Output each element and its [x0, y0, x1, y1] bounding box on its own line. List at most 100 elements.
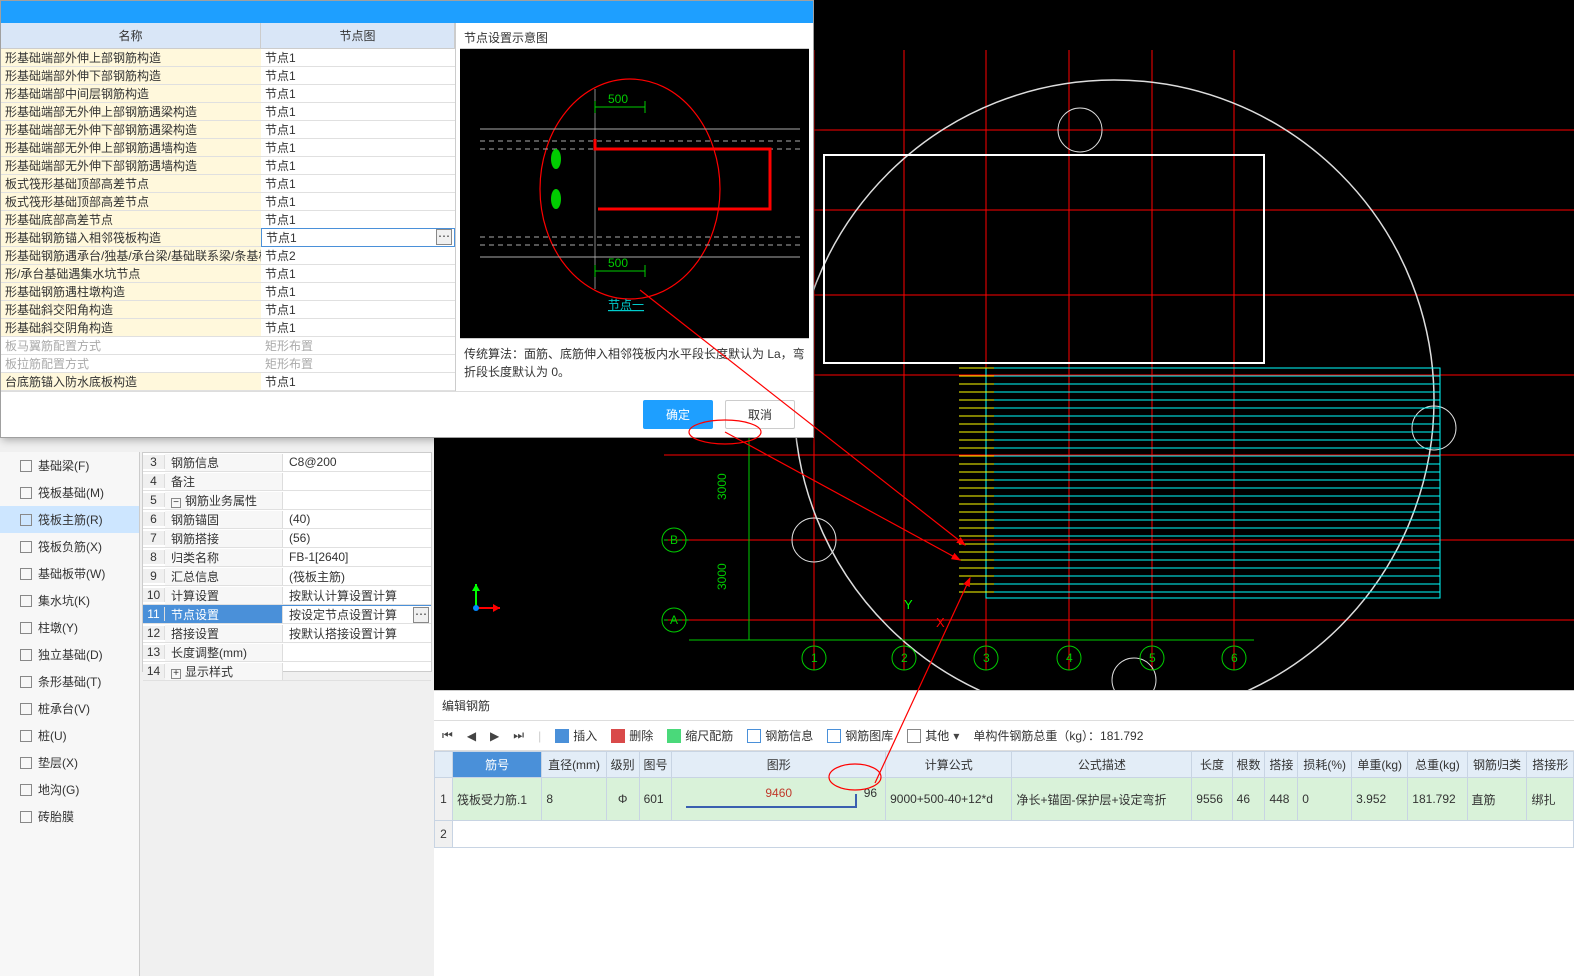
- component-item[interactable]: 筏板负筋(X): [0, 533, 139, 560]
- col-header[interactable]: 图形: [672, 752, 886, 778]
- insert-button[interactable]: 插入: [555, 727, 597, 744]
- col-header[interactable]: 级别: [606, 752, 639, 778]
- delete-button[interactable]: 删除: [611, 727, 653, 744]
- row-node[interactable]: 矩形布置: [261, 337, 455, 354]
- col-header[interactable]: 根数: [1232, 752, 1265, 778]
- grid-row[interactable]: 形基础端部无外伸上部钢筋遇墙构造节点1: [1, 139, 455, 157]
- sump-icon: [20, 595, 32, 607]
- component-item[interactable]: 基础板带(W): [0, 560, 139, 587]
- col-header[interactable]: 长度: [1192, 752, 1232, 778]
- grid-row[interactable]: 形基础端部无外伸下部钢筋遇梁构造节点1: [1, 121, 455, 139]
- col-header[interactable]: 钢筋归类: [1467, 752, 1527, 778]
- table-row[interactable]: 2: [435, 821, 1574, 848]
- property-row[interactable]: 10计算设置按默认计算设置计算: [143, 586, 431, 605]
- property-row[interactable]: 9汇总信息(筏板主筋): [143, 567, 431, 586]
- property-row[interactable]: 4备注: [143, 472, 431, 491]
- grid-row[interactable]: 形基础钢筋锚入相邻筏板构造节点1: [1, 229, 455, 247]
- col-header[interactable]: 公式描述: [1012, 752, 1192, 778]
- row-node[interactable]: 节点1: [261, 175, 455, 192]
- rebar-table[interactable]: 筋号直径(mm)级别图号图形计算公式公式描述长度根数搭接损耗(%)单重(kg)总…: [434, 751, 1574, 848]
- row-node[interactable]: 矩形布置: [261, 355, 455, 372]
- col-header[interactable]: 筋号: [453, 752, 542, 778]
- row-node[interactable]: 节点1: [261, 121, 455, 138]
- col-header[interactable]: 图号: [639, 752, 672, 778]
- other-button[interactable]: 其他 ▾: [907, 727, 959, 744]
- col-header[interactable]: 计算公式: [886, 752, 1012, 778]
- col-header[interactable]: 搭接形: [1527, 752, 1574, 778]
- component-item[interactable]: 独立基础(D): [0, 641, 139, 668]
- row-node[interactable]: 节点1: [261, 228, 455, 247]
- component-item[interactable]: 筏板基础(M): [0, 479, 139, 506]
- grid-row[interactable]: 形基础底部高差节点节点1: [1, 211, 455, 229]
- grid-row[interactable]: 形基础钢筋遇柱墩构造节点1: [1, 283, 455, 301]
- svg-text:3000: 3000: [715, 563, 729, 590]
- row-node[interactable]: 节点1: [261, 373, 455, 390]
- lib-button[interactable]: 钢筋图库: [827, 727, 893, 744]
- col-header[interactable]: 搭接: [1265, 752, 1298, 778]
- component-item[interactable]: 砖胎膜: [0, 803, 139, 830]
- grid-row[interactable]: 台底筋锚入防水底板构造节点1: [1, 373, 455, 391]
- minus-icon[interactable]: −: [171, 498, 181, 508]
- row-node[interactable]: 节点1: [261, 49, 455, 66]
- grid-row[interactable]: 形基础斜交阴角构造节点1: [1, 319, 455, 337]
- grid-row[interactable]: 形基础端部无外伸下部钢筋遇墙构造节点1: [1, 157, 455, 175]
- property-row[interactable]: 12搭接设置按默认搭接设置计算: [143, 624, 431, 643]
- col-header[interactable]: 损耗(%): [1298, 752, 1352, 778]
- property-row[interactable]: 6钢筋锚固(40): [143, 510, 431, 529]
- component-item[interactable]: 垫层(X): [0, 749, 139, 776]
- property-row[interactable]: 14+显示样式: [143, 662, 431, 681]
- row-node[interactable]: 节点1: [261, 211, 455, 228]
- scale-button[interactable]: 缩尺配筋: [667, 727, 733, 744]
- nav-prev-icon[interactable]: ◀: [467, 729, 476, 743]
- info-button[interactable]: 钢筋信息: [747, 727, 813, 744]
- nav-first-icon[interactable]: ⏮: [442, 728, 453, 743]
- component-item[interactable]: 桩(U): [0, 722, 139, 749]
- row-node[interactable]: 节点2: [261, 247, 455, 264]
- grid-row[interactable]: 形基础端部中间层钢筋构造节点1: [1, 85, 455, 103]
- row-node[interactable]: 节点1: [261, 265, 455, 282]
- property-row[interactable]: 11节点设置按设定节点设置计算: [143, 605, 431, 624]
- property-row[interactable]: 5−钢筋业务属性: [143, 491, 431, 510]
- plus-icon[interactable]: +: [171, 669, 181, 679]
- property-row[interactable]: 7钢筋搭接(56): [143, 529, 431, 548]
- grid-row[interactable]: 形基础端部外伸下部钢筋构造节点1: [1, 67, 455, 85]
- dialog-titlebar[interactable]: [1, 1, 813, 23]
- cancel-button[interactable]: 取消: [725, 400, 795, 429]
- property-row[interactable]: 8归类名称FB-1[2640]: [143, 548, 431, 567]
- nav-last-icon[interactable]: ⏭: [513, 728, 524, 743]
- grid-row[interactable]: 板式筏形基础顶部高差节点节点1: [1, 175, 455, 193]
- grid-row[interactable]: 形基础斜交阳角构造节点1: [1, 301, 455, 319]
- row-node[interactable]: 节点1: [261, 319, 455, 336]
- component-item[interactable]: 柱墩(Y): [0, 614, 139, 641]
- row-node[interactable]: 节点1: [261, 301, 455, 318]
- component-item[interactable]: 基础梁(F): [0, 452, 139, 479]
- grid-row[interactable]: 板式筏形基础顶部高差节点节点1: [1, 193, 455, 211]
- grid-row[interactable]: 形基础端部无外伸上部钢筋遇梁构造节点1: [1, 103, 455, 121]
- col-header[interactable]: 直径(mm): [542, 752, 606, 778]
- row-node[interactable]: 节点1: [261, 283, 455, 300]
- col-header[interactable]: 总重(kg): [1408, 752, 1467, 778]
- component-item[interactable]: 桩承台(V): [0, 695, 139, 722]
- row-node[interactable]: 节点1: [261, 85, 455, 102]
- row-node[interactable]: 节点1: [261, 157, 455, 174]
- col-header[interactable]: 单重(kg): [1352, 752, 1408, 778]
- grid-row[interactable]: 形/承台基础遇集水坑节点节点1: [1, 265, 455, 283]
- row-node[interactable]: 节点1: [261, 139, 455, 156]
- nav-next-icon[interactable]: ▶: [490, 729, 499, 743]
- ok-button[interactable]: 确定: [643, 400, 713, 429]
- component-item[interactable]: 地沟(G): [0, 776, 139, 803]
- row-node[interactable]: 节点1: [261, 103, 455, 120]
- grid-row[interactable]: 形基础钢筋遇承台/独基/承台梁/基础联系梁/条基构造节点2: [1, 247, 455, 265]
- row-node[interactable]: 节点1: [261, 67, 455, 84]
- grid-row[interactable]: 板马翼筋配置方式矩形布置: [1, 337, 455, 355]
- component-item[interactable]: 集水坑(K): [0, 587, 139, 614]
- table-row[interactable]: 1 筏板受力筋.1 8 Φ 601 9460 96 9000+500-40+12…: [435, 778, 1574, 821]
- component-item[interactable]: 条形基础(T): [0, 668, 139, 695]
- grid-row[interactable]: 形基础端部外伸上部钢筋构造节点1: [1, 49, 455, 67]
- property-row[interactable]: 3钢筋信息C8@200: [143, 453, 431, 472]
- row-node[interactable]: 节点1: [261, 193, 455, 210]
- property-row[interactable]: 13长度调整(mm): [143, 643, 431, 662]
- component-label: 基础梁(F): [38, 457, 89, 474]
- component-item[interactable]: 筏板主筋(R): [0, 506, 139, 533]
- grid-row[interactable]: 板拉筋配置方式矩形布置: [1, 355, 455, 373]
